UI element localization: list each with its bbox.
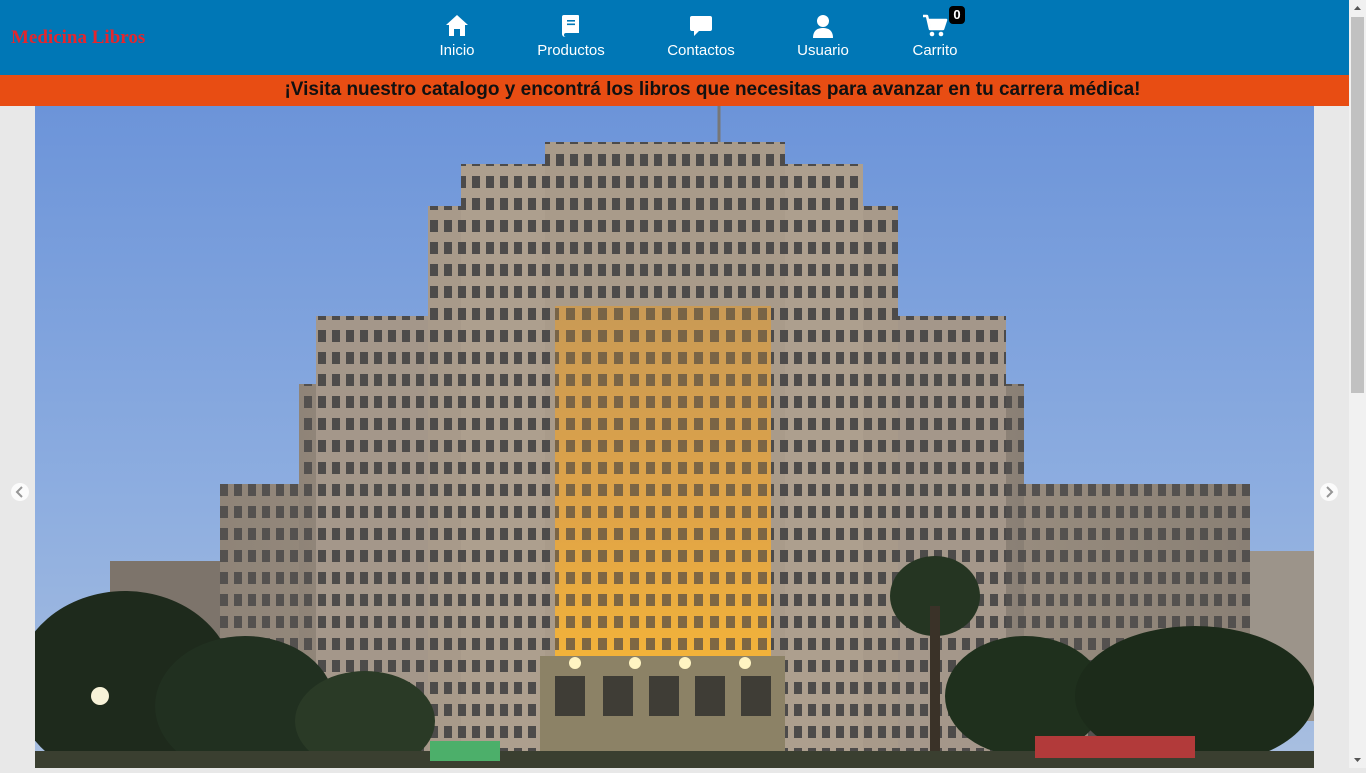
promo-banner: ¡Visita nuestro catalogo y encontrá los … [0,75,1349,106]
chevron-left-icon [15,486,23,498]
page-scrollbar[interactable] [1349,0,1366,768]
carousel-slide-building-photo [35,106,1314,768]
caret-down-icon [1354,758,1361,762]
cart-icon [923,14,948,37]
nav-carrito[interactable]: Carrito 0 [880,6,990,68]
caret-up-icon [1354,6,1361,10]
chevron-right-icon [1326,486,1334,498]
cart-count-badge: 0 [949,6,965,24]
image-carousel [0,106,1349,768]
top-navbar: Medicina Libros Inicio Productos Contact… [0,0,1349,75]
chat-icon [690,16,712,36]
faculty-building-image [35,106,1314,768]
nav-contactos-label: Contactos [667,42,735,59]
nav-contactos[interactable]: Contactos [646,12,756,68]
nav-productos[interactable]: Productos [516,12,626,68]
nav-productos-label: Productos [537,42,605,59]
scroll-down-button[interactable] [1349,751,1366,768]
scroll-up-button[interactable] [1349,0,1366,17]
book-icon [562,15,579,37]
scrollbar-thumb[interactable] [1351,17,1364,393]
carousel-next-button[interactable] [1320,483,1338,501]
nav-usuario[interactable]: Usuario [768,12,878,68]
user-icon [813,15,833,38]
nav-inicio[interactable]: Inicio [402,12,512,68]
nav-inicio-label: Inicio [439,42,475,59]
nav-usuario-label: Usuario [797,42,849,59]
promo-text: ¡Visita nuestro catalogo y encontrá los … [284,79,1141,100]
brand-logo-link[interactable]: Medicina Libros [11,27,145,49]
carousel-prev-button[interactable] [11,483,29,501]
nav-carrito-label: Carrito [912,42,958,59]
home-icon [446,15,468,36]
